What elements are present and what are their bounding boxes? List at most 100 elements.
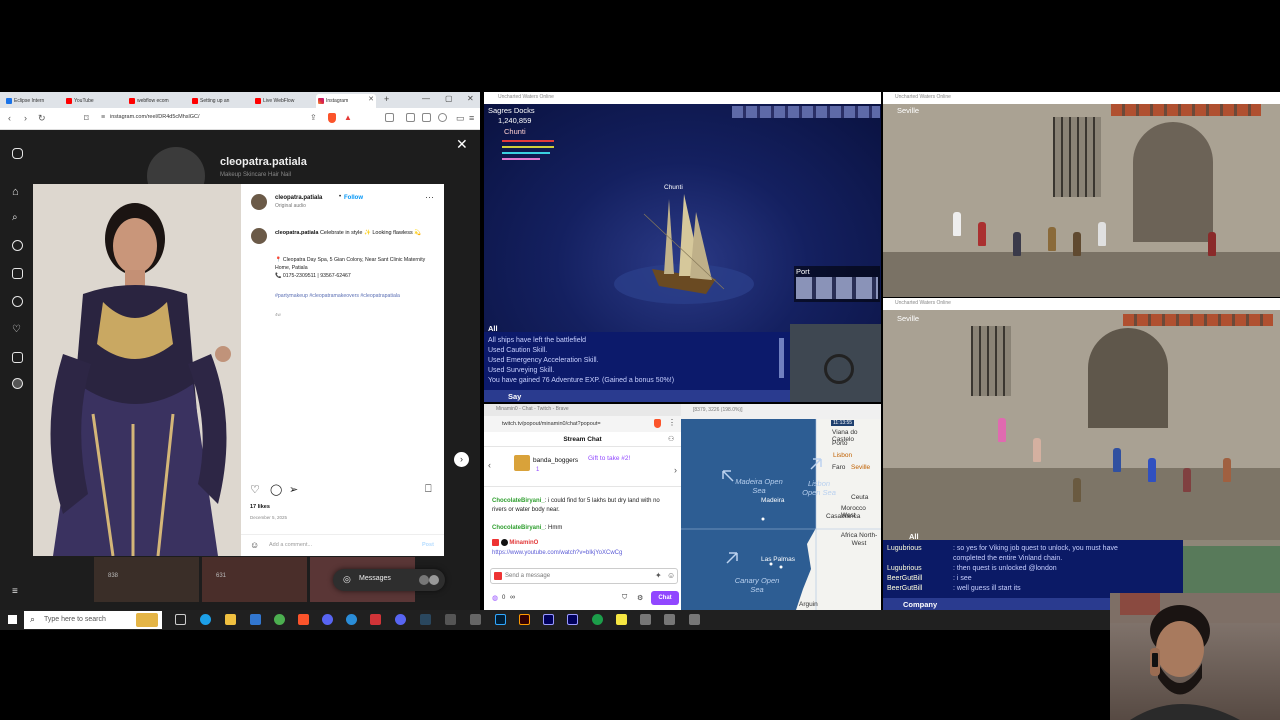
npc-character[interactable] — [978, 222, 986, 246]
reload-icon[interactable]: ↻ — [38, 113, 46, 124]
gear-icon[interactable]: ⚙ — [637, 594, 643, 602]
url-field[interactable]: instagram.com/reel/DR4d5cMhslGC/ — [110, 114, 200, 120]
wallet-icon[interactable]: ▭ — [456, 113, 465, 124]
brave-shield-icon[interactable] — [654, 419, 661, 428]
gift-label[interactable]: Gift to take #2! — [588, 455, 630, 462]
emoji-icon[interactable]: ☺ — [250, 540, 259, 550]
heart-icon[interactable]: ♡ — [12, 324, 21, 335]
bits-icon[interactable]: ✦ — [655, 571, 662, 580]
settings-icon[interactable]: ⋮ — [668, 418, 676, 427]
likes-count[interactable]: 17 likes — [250, 504, 270, 510]
url-field[interactable]: twitch.tv/popout/minamin0/chat?popout= — [484, 416, 681, 432]
close-icon[interactable]: ✕ — [456, 136, 468, 153]
city-label[interactable]: Las Palmas — [761, 556, 795, 563]
post-username[interactable]: cleopatra.patiala — [275, 195, 322, 201]
caption-hashtags[interactable]: #partymakeup #cleopatramakeovers #cleopa… — [275, 292, 435, 300]
city-label[interactable]: Arguin — [799, 601, 818, 608]
post-audio[interactable]: Original audio — [275, 203, 306, 209]
users-icon[interactable]: ⚇ — [668, 435, 674, 443]
chat-channel[interactable]: All — [488, 324, 498, 333]
city-label[interactable]: Seville — [851, 464, 870, 471]
npc-character[interactable] — [1148, 458, 1156, 482]
home-icon[interactable]: ⌂ — [12, 186, 19, 198]
npc-character[interactable] — [1033, 438, 1041, 462]
steam-icon[interactable] — [420, 614, 431, 625]
grid-thumb[interactable]: 631 — [202, 557, 307, 602]
more-options-icon[interactable]: ··· — [425, 192, 434, 202]
app-icon[interactable] — [470, 614, 481, 625]
taskbar-search[interactable]: ⌕ Type here to search — [24, 611, 162, 629]
close-tab-icon[interactable]: ✕ — [368, 95, 374, 103]
app-icon[interactable] — [445, 614, 456, 625]
comment-input[interactable]: Add a comment... — [269, 542, 312, 548]
bookmark-icon[interactable]: ⌑ — [84, 113, 89, 124]
npc-character[interactable] — [1073, 232, 1081, 256]
port-panel[interactable]: Port — [794, 266, 880, 302]
emote-badge-icon[interactable] — [494, 572, 502, 580]
chevron-right-icon[interactable]: › — [674, 465, 677, 475]
back-icon[interactable]: ‹ — [8, 113, 11, 123]
tab-youtube[interactable]: YouTube — [64, 94, 124, 108]
tab-setting-up[interactable]: Setting up an — [190, 94, 250, 108]
instagram-logo-icon[interactable] — [12, 148, 23, 159]
minimap[interactable] — [790, 324, 881, 402]
npc-character[interactable] — [953, 212, 961, 236]
menu-icon[interactable]: ≡ — [469, 113, 474, 123]
chat-log[interactable]: All All ships have left the battlefield … — [484, 324, 790, 402]
hud-toolbar-icons[interactable] — [732, 106, 880, 118]
city-label[interactable]: Lisbon — [833, 452, 852, 459]
city-label[interactable]: Faro — [832, 464, 845, 471]
after-effects-icon[interactable] — [567, 614, 578, 625]
reels-icon[interactable] — [12, 268, 23, 279]
tab-live-webflow[interactable]: Live WebFlow — [253, 94, 313, 108]
chat-scrollbar[interactable] — [779, 338, 784, 378]
sea-map-window[interactable]: [8379, 3226 (198.0%)] 11:13:55 Madeira O… — [681, 404, 881, 610]
task-view-icon[interactable] — [175, 614, 186, 625]
caption-avatar[interactable] — [251, 228, 267, 244]
caption-username[interactable]: cleopatra.patiala — [275, 230, 318, 236]
post-image[interactable] — [33, 184, 241, 556]
app-icon[interactable] — [346, 614, 357, 625]
hud-toolbar-icons[interactable] — [1123, 314, 1273, 326]
app-icon[interactable] — [322, 614, 333, 625]
profile-avatar-icon[interactable] — [12, 378, 23, 389]
grid-thumb[interactable]: 838 — [94, 557, 199, 602]
game-window-town-2[interactable]: Uncharted Waters Online Seville All Lugu… — [883, 298, 1280, 610]
more-menu-icon[interactable]: ≡ — [12, 586, 18, 597]
chat-input[interactable]: Send a message ✦ ☺ — [490, 568, 678, 584]
npc-character[interactable] — [1098, 222, 1106, 246]
emote-icon[interactable]: ☺ — [667, 571, 675, 580]
comment-icon[interactable]: ◯ — [270, 483, 282, 496]
port-buttons[interactable] — [796, 277, 878, 299]
forward-icon[interactable]: › — [24, 113, 27, 123]
maximize-button[interactable]: ▢ — [445, 94, 453, 103]
create-icon[interactable] — [12, 352, 23, 363]
npc-character[interactable] — [1183, 468, 1191, 492]
profile-icon[interactable] — [438, 113, 447, 122]
app-icon[interactable] — [370, 614, 381, 625]
channel-points-icon[interactable]: ◍ — [492, 594, 498, 602]
city-label[interactable]: Casablanca — [826, 513, 860, 520]
chat-send-button[interactable]: Chat — [651, 591, 679, 605]
brave-shield-icon[interactable] — [328, 113, 336, 123]
city-label[interactable]: Ceuta — [851, 494, 868, 501]
game-icon[interactable] — [689, 614, 700, 625]
file-explorer-icon[interactable] — [225, 614, 236, 625]
game-window-town-1[interactable]: Uncharted Waters Online Seville — [883, 92, 1280, 297]
extensions-icon[interactable] — [422, 113, 431, 122]
edge-icon[interactable] — [200, 614, 211, 625]
tab-eclipse[interactable]: Eclipse Intern — [4, 94, 62, 108]
game-icon[interactable] — [664, 614, 675, 625]
city-label[interactable]: Madeira — [761, 497, 784, 504]
post-comment-button[interactable]: Post — [422, 542, 434, 548]
npc-character[interactable] — [1113, 448, 1121, 472]
follow-button[interactable]: Follow — [344, 195, 363, 201]
game-icon[interactable] — [640, 614, 651, 625]
premiere-icon[interactable] — [543, 614, 554, 625]
windows-start-icon[interactable] — [8, 615, 17, 624]
chat-link[interactable]: https://www.youtube.com/watch?v=bIkjYoXC… — [492, 549, 672, 558]
hud-toolbar-icons[interactable] — [1111, 104, 1261, 116]
close-window-button[interactable]: ✕ — [467, 94, 474, 103]
next-post-icon[interactable]: › — [454, 452, 469, 467]
post-avatar[interactable] — [251, 194, 267, 210]
